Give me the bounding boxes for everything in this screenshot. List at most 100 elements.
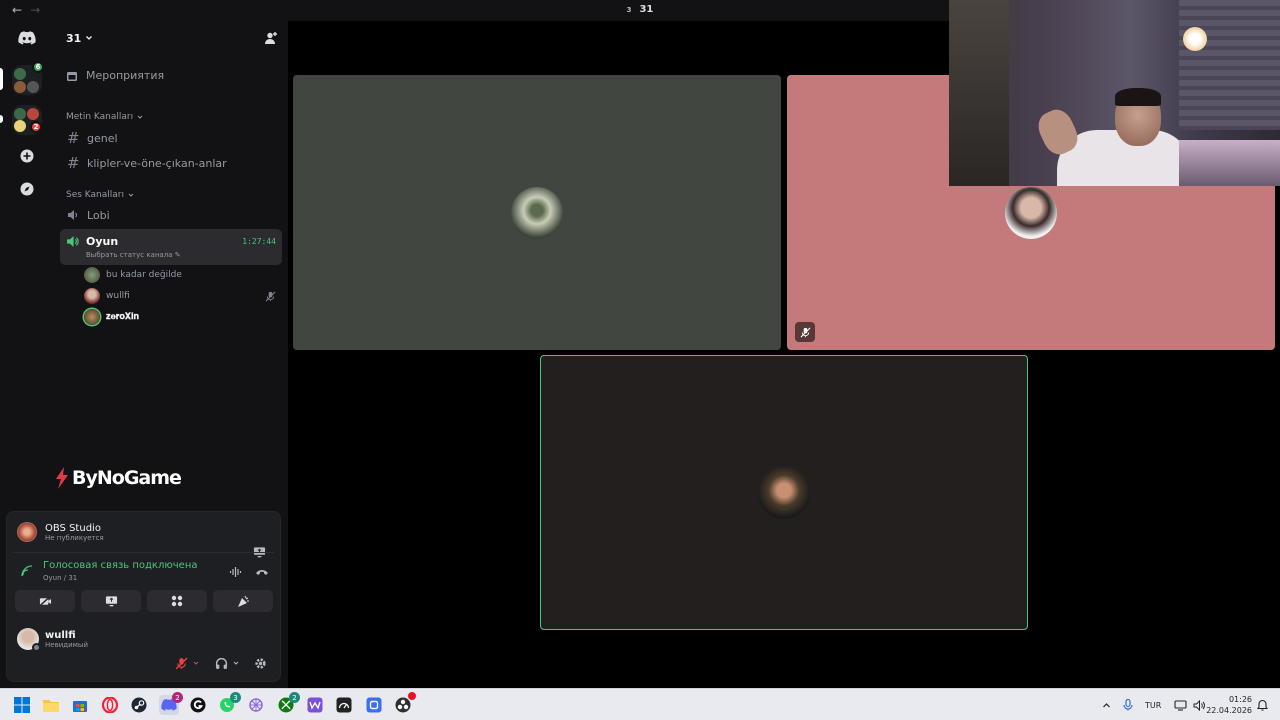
chevron-down-icon — [233, 661, 239, 665]
avatar — [511, 186, 563, 239]
chevron-down-icon — [86, 36, 93, 40]
taskbar-opera[interactable] — [100, 695, 120, 715]
server-avatar — [27, 81, 39, 93]
webcam-bed — [1179, 140, 1280, 186]
webcam-overlay — [949, 0, 1280, 186]
channel-status-button[interactable]: Выбрать статус канала ✎ — [86, 251, 181, 259]
w-app-icon — [307, 697, 323, 713]
server-avatar — [14, 108, 26, 120]
mute-indicator — [795, 322, 815, 342]
voice-channel-oyun[interactable]: Oyun 1:27:44 Выбрать статус канала ✎ — [60, 229, 282, 265]
network-icon — [1174, 699, 1187, 711]
speaker-icon — [68, 210, 78, 220]
taskbar-steam[interactable] — [129, 695, 149, 715]
channel-label: Oyun — [86, 235, 119, 248]
chevron-up-icon[interactable] — [1102, 701, 1111, 710]
clock-time: 01:26 — [1228, 695, 1252, 704]
taskbar-xbox[interactable]: 2 — [276, 692, 300, 715]
disconnect-icon[interactable] — [255, 567, 269, 577]
server-header[interactable]: 31 — [54, 21, 288, 55]
quick-settings[interactable] — [1174, 689, 1206, 720]
taskbar-store[interactable] — [70, 695, 90, 715]
server-badge: 6 — [32, 61, 44, 73]
taskbar-obs[interactable] — [393, 692, 416, 715]
taskbar-whatsapp[interactable]: 3 — [217, 692, 241, 715]
taskbar-app-lattice[interactable] — [246, 695, 266, 715]
discord-home-button[interactable] — [12, 23, 42, 53]
language-indicator[interactable]: TUR — [1145, 701, 1161, 710]
chevron-down-icon — [193, 661, 199, 665]
user-status: Невидимый — [45, 640, 88, 649]
events-item[interactable]: Мероприятия — [66, 69, 164, 82]
mute-button[interactable] — [175, 653, 211, 673]
channel-status-text: Выбрать статус канала — [86, 251, 173, 259]
voice-user[interactable]: bu kadar değilde — [84, 266, 182, 284]
start-button[interactable] — [12, 695, 32, 715]
taskbar-speedtest[interactable] — [334, 695, 354, 715]
activities-button[interactable] — [147, 590, 207, 612]
divider — [13, 552, 274, 553]
mic-muted-icon — [175, 657, 188, 669]
server-avatar — [14, 68, 26, 80]
window-title-text: 31 — [639, 4, 654, 15]
taskbar-app-w[interactable] — [305, 695, 325, 715]
taskbar-app-blue[interactable] — [364, 695, 384, 715]
webcam-blinds — [1179, 0, 1280, 130]
taskbar-app-g[interactable] — [188, 695, 208, 715]
add-server-button[interactable] — [12, 141, 42, 171]
voice-user-name: bu kadar değilde — [106, 270, 182, 280]
taskbar-file-explorer[interactable] — [41, 695, 61, 715]
gear-icon[interactable] — [254, 657, 267, 670]
selected-indicator — [0, 68, 3, 90]
store-icon — [73, 701, 87, 712]
video-tile-user-3-speaking[interactable] — [540, 355, 1028, 630]
lattice-icon — [249, 698, 263, 712]
pencil-icon: ✎ — [174, 251, 181, 259]
chevron-down-icon — [128, 193, 134, 197]
channel-klipler[interactable]: # klipler-ve-öne-çıkan-anlar — [60, 151, 282, 175]
share-screen-button[interactable] — [81, 590, 141, 612]
noise-suppression-icon[interactable] — [229, 566, 242, 578]
add-member-icon[interactable] — [264, 31, 278, 45]
folder-icon — [43, 700, 59, 712]
camera-button[interactable] — [15, 590, 75, 612]
chevron-down-icon — [137, 115, 143, 119]
voice-user-speaking[interactable]: 𝐳𝐞𝐫𝐨𝐗𝐢𝐧 — [84, 308, 139, 326]
discover-button[interactable] — [12, 174, 42, 204]
avatar — [17, 628, 41, 652]
obs-activity[interactable]: OBS Studio Не публикуется — [17, 522, 104, 542]
video-tile-user-1[interactable] — [293, 75, 781, 350]
notification-badge: 3 — [230, 692, 241, 703]
notifications-button[interactable] — [1257, 689, 1268, 720]
category-voice[interactable]: Ses Kanalları — [66, 190, 135, 200]
screen-share-icon — [105, 596, 117, 607]
server-avatar — [14, 120, 26, 132]
avatar — [84, 309, 100, 325]
avatar — [758, 466, 810, 519]
deafen-button[interactable] — [215, 653, 251, 673]
server-folder-2[interactable]: 2 — [12, 105, 42, 135]
clock[interactable]: 01:26 22.04.2026 — [1206, 689, 1252, 720]
channel-label: genel — [87, 131, 118, 145]
unread-indicator — [0, 115, 3, 123]
server-folder-1[interactable]: 6 — [12, 61, 44, 95]
current-user[interactable]: wullfi Невидимый — [17, 628, 88, 652]
soundboard-button[interactable] — [213, 590, 273, 612]
category-label: Ses Kanalları — [66, 190, 124, 200]
clock-date: 22.04.2026 — [1206, 706, 1252, 715]
voice-channel-path[interactable]: Oyun / 31 — [43, 574, 77, 582]
category-text[interactable]: Metin Kanalları — [66, 112, 144, 122]
events-label: Мероприятия — [86, 69, 165, 82]
obs-icon — [395, 697, 411, 713]
channel-genel[interactable]: # genel — [60, 126, 282, 150]
signal-icon — [21, 565, 33, 577]
blue-app-icon — [366, 697, 382, 713]
webcam-door — [949, 0, 1009, 186]
opera-icon — [102, 697, 118, 713]
taskbar-discord[interactable]: 2 — [159, 692, 183, 715]
voice-status: Голосовая связь подключена — [43, 560, 198, 571]
channel-label: Lobi — [87, 208, 110, 222]
voice-channel-lobi[interactable]: Lobi — [60, 203, 282, 227]
microphone-icon[interactable] — [1123, 699, 1133, 711]
voice-user[interactable]: wullfi — [84, 287, 276, 305]
